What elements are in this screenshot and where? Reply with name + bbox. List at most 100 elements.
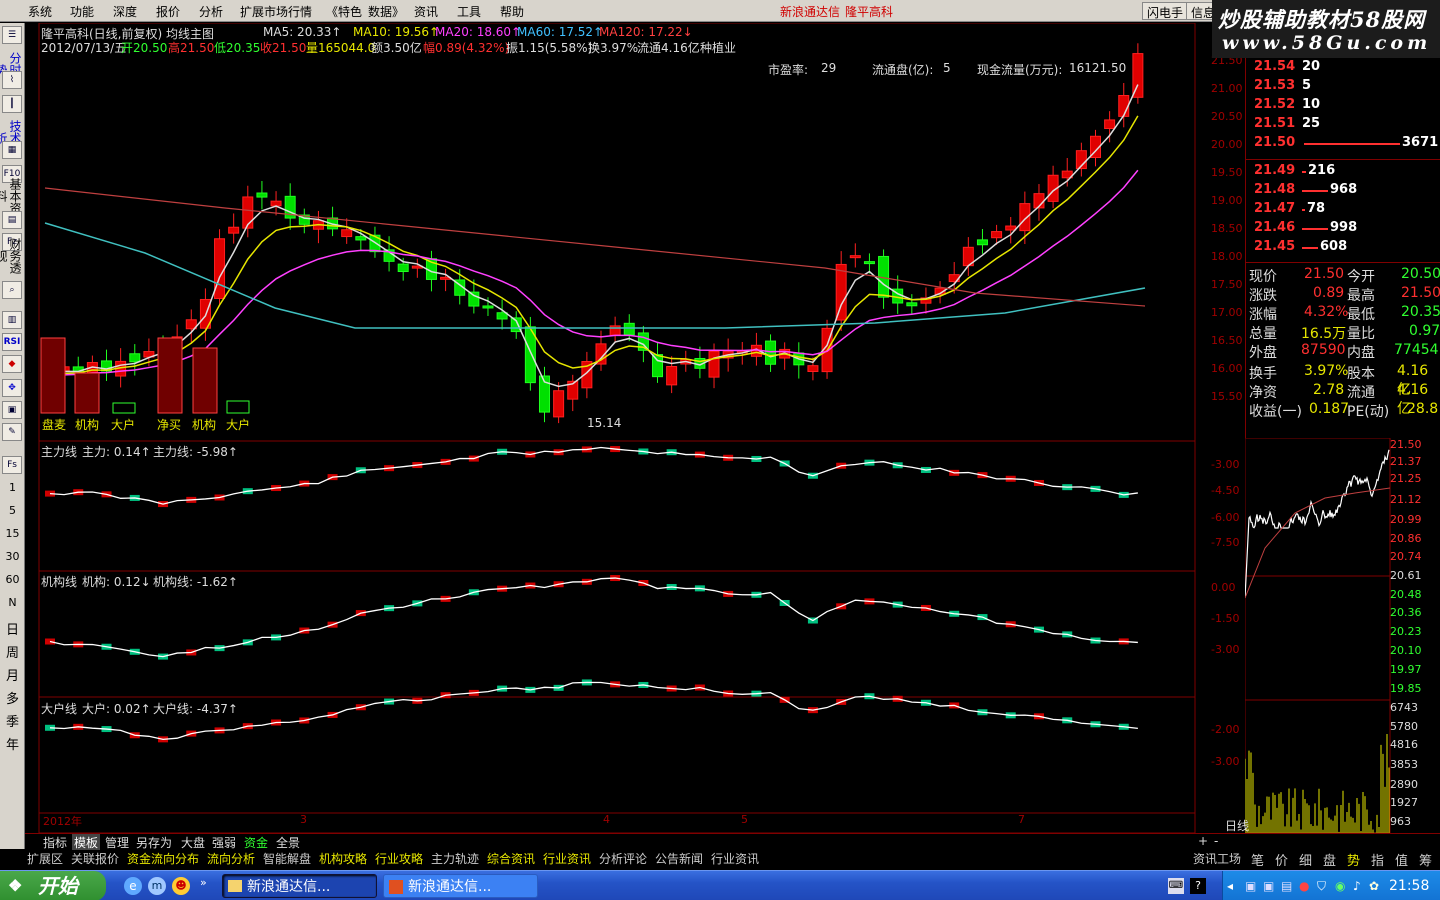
antivirus-icon[interactable]: ●	[1299, 879, 1309, 893]
zoom-in-icon[interactable]: +	[1198, 834, 1208, 848]
period-week[interactable]: 周	[0, 642, 25, 661]
messenger-icon[interactable]: ☻	[172, 877, 190, 895]
task-button[interactable]: 新浪通达信...	[222, 874, 377, 898]
menu-help[interactable]: 帮助	[500, 3, 524, 20]
start-button[interactable]: ❖ 开始	[0, 871, 106, 900]
kline-icon[interactable]: ┃	[2, 95, 22, 113]
sub3-tick: -2.00	[1211, 723, 1240, 736]
period-day[interactable]: 日	[0, 619, 25, 638]
view-tab[interactable]: 细	[1299, 850, 1312, 869]
view-tab[interactable]: 笔	[1251, 850, 1264, 869]
period-season[interactable]: 季	[0, 711, 25, 730]
period-15min[interactable]: 15	[0, 527, 25, 540]
info-item[interactable]: 智能解盘	[263, 850, 311, 867]
info-item[interactable]: 行业攻略	[375, 850, 423, 867]
info-item[interactable]: 公告新闻	[655, 850, 703, 867]
period-label[interactable]: 日线	[1225, 817, 1249, 834]
clock[interactable]: 21:58	[1389, 878, 1429, 894]
volume-icon[interactable]: ♪	[1353, 879, 1361, 893]
expand-icon[interactable]: »	[200, 876, 207, 889]
info-item[interactable]: 扩展区	[27, 850, 63, 867]
quote-label: 今开	[1347, 269, 1375, 285]
menu-depth[interactable]: 深度	[113, 3, 137, 20]
menu-data[interactable]: 数据》	[368, 3, 404, 20]
period-1min[interactable]: 1	[0, 481, 25, 494]
period-multi[interactable]: 多	[0, 688, 25, 707]
min-price-label: 15.14	[587, 416, 622, 430]
period-60min[interactable]: 60	[0, 573, 25, 586]
tab-strength[interactable]: 强弱	[212, 834, 236, 851]
menu-function[interactable]: 功能	[70, 3, 94, 20]
windows-logo-icon: ❖	[8, 876, 23, 895]
update-icon[interactable]: ✿	[1369, 879, 1379, 893]
tab-indicator[interactable]: 指标	[43, 834, 67, 851]
info-item[interactable]: 分析评论	[599, 850, 647, 867]
period-year[interactable]: 年	[0, 734, 25, 753]
help-icon[interactable]: ?	[1190, 878, 1206, 894]
info-item[interactable]: 流向分析	[207, 850, 255, 867]
info-item[interactable]: 综合资讯	[487, 850, 535, 867]
tab-capital[interactable]: 资金	[244, 834, 268, 851]
view-tab[interactable]: 价	[1275, 850, 1288, 869]
bid-volume-bar	[1302, 247, 1318, 249]
period-30min[interactable]: 30	[0, 550, 25, 563]
rsi-icon[interactable]: RSI	[2, 333, 22, 351]
network-icon[interactable]: ▣	[1245, 879, 1256, 893]
doc-icon[interactable]: ▤	[2, 211, 22, 229]
info-item[interactable]: 机构攻略	[319, 850, 367, 867]
menu-analysis[interactable]: 分析	[199, 3, 223, 20]
search-icon[interactable]: ⌕	[2, 281, 22, 299]
menu-extended-market[interactable]: 扩展市场行情	[240, 3, 312, 20]
move-icon[interactable]: ✥	[2, 379, 22, 397]
kline-chart-area[interactable]: 隆平高科(日线,前复权) 均线主图 MA5: 20.33↑ MA10: 19.5…	[25, 23, 1243, 833]
menu-system[interactable]: 系统	[28, 3, 52, 20]
view-tab[interactable]: 盘	[1323, 850, 1336, 869]
watermark-line1: 炒股辅助教材58股网	[1218, 7, 1426, 32]
info-right-item[interactable]: 资讯工场	[1193, 850, 1241, 867]
window-icon[interactable]: ▣	[2, 401, 22, 419]
view-tab[interactable]: 筹	[1419, 850, 1432, 869]
menu-feature[interactable]: 《特色	[326, 3, 362, 20]
menu-news[interactable]: 资讯	[414, 3, 438, 20]
bar-icon[interactable]: ▥	[2, 311, 22, 329]
drop-icon[interactable]: ◆	[2, 355, 22, 373]
media-icon[interactable]: m	[148, 877, 166, 895]
network2-icon[interactable]: ▣	[1263, 879, 1274, 893]
view-tab[interactable]: 值	[1395, 850, 1408, 869]
shield-icon[interactable]: ⛉	[1317, 879, 1326, 894]
tray-arrow-icon[interactable]: ◂	[1227, 879, 1233, 893]
pencil-icon[interactable]: ✎	[2, 423, 22, 441]
line-chart-icon[interactable]: ⌇	[2, 71, 22, 89]
ask-volume: 3671	[1402, 135, 1439, 150]
security-icon[interactable]: ◉	[1335, 879, 1345, 893]
info-item[interactable]: 主力轨迹	[431, 850, 479, 867]
menu-quote[interactable]: 报价	[156, 3, 180, 20]
zoom-out-icon[interactable]: -	[1214, 834, 1218, 848]
tab-finance[interactable]: 财务透视	[0, 233, 22, 279]
period-month[interactable]: 月	[0, 665, 25, 684]
info-item[interactable]: 行业资讯	[543, 850, 591, 867]
tab-manage[interactable]: 管理	[105, 834, 129, 851]
monitor-icon[interactable]: ▤	[1281, 879, 1292, 893]
menu-tools[interactable]: 工具	[457, 3, 481, 20]
tab-index[interactable]: 大盘	[181, 834, 205, 851]
flash-trade-button[interactable]: 闪电手	[1142, 2, 1189, 20]
view-tab[interactable]: 势	[1347, 850, 1360, 869]
view-tab[interactable]: 指	[1371, 850, 1384, 869]
info-item[interactable]: 关联报价	[71, 850, 119, 867]
grid-icon[interactable]: ▦	[2, 141, 22, 159]
period-5min[interactable]: 5	[0, 504, 25, 517]
quote-label: 量比	[1347, 326, 1375, 342]
period-n[interactable]: N	[0, 596, 25, 609]
lang-icon[interactable]: ⌨	[1168, 878, 1184, 894]
tab-save-as[interactable]: 另存为	[136, 834, 172, 851]
info-item[interactable]: 行业资讯	[711, 850, 759, 867]
tab-template[interactable]: 模板	[72, 834, 101, 851]
task-button[interactable]: 新浪通达信...	[383, 874, 538, 898]
tab-panorama[interactable]: 全景	[276, 834, 300, 851]
info-item[interactable]: 资金流向分布	[127, 850, 199, 867]
info-bar: 扩展区 关联报价 资金流向分布 流向分析 智能解盘 机构攻略 行业攻略 主力轨迹…	[25, 850, 1440, 869]
ie-icon[interactable]: e	[124, 877, 142, 895]
quote-list-icon[interactable]: ☰	[2, 26, 22, 44]
fs-icon[interactable]: Fs	[2, 456, 22, 474]
